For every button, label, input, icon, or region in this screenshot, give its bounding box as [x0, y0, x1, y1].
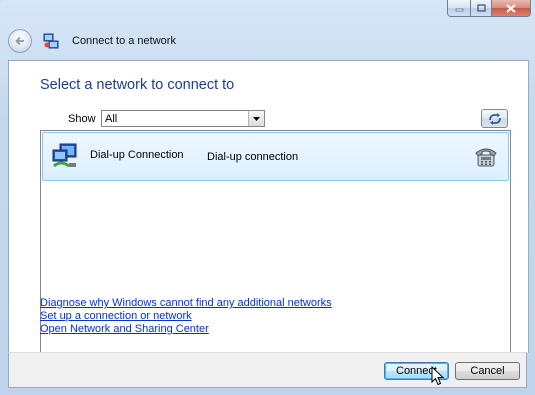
- diagnose-link[interactable]: Diagnose why Windows cannot find any add…: [40, 297, 332, 310]
- show-filter-value: All: [105, 112, 118, 125]
- maximize-button[interactable]: [471, 0, 492, 17]
- network-name: Dial-up Connection: [90, 149, 184, 161]
- window-frame: Connect to a network Select a network to…: [0, 0, 535, 395]
- maximize-icon: [476, 4, 486, 12]
- back-button[interactable]: [8, 29, 32, 53]
- network-list-item[interactable]: Dial-up Connection Dial-up connection: [42, 132, 509, 181]
- nav-row: Connect to a network: [8, 28, 176, 54]
- content-panel: Select a network to connect to Show All: [8, 60, 529, 353]
- back-arrow-icon: [15, 36, 24, 46]
- dialup-network-icon: [52, 143, 77, 168]
- telephone-icon: [475, 148, 497, 167]
- setup-connection-link[interactable]: Set up a connection or network: [40, 310, 332, 323]
- caption-buttons: [447, 0, 531, 18]
- cancel-button[interactable]: Cancel: [455, 362, 520, 380]
- close-button[interactable]: [492, 0, 531, 17]
- dropdown-arrow-icon: [248, 111, 264, 126]
- refresh-button[interactable]: [481, 109, 508, 128]
- show-label: Show: [68, 113, 96, 125]
- network-wizard-icon: [43, 33, 59, 49]
- help-links: Diagnose why Windows cannot find any add…: [40, 297, 332, 336]
- network-type: Dial-up connection: [207, 151, 299, 163]
- close-icon: [506, 3, 516, 13]
- button-bar: Connect Cancel: [8, 352, 527, 388]
- minimize-icon: [455, 8, 463, 12]
- mouse-cursor-icon: [431, 366, 445, 386]
- network-sharing-center-link[interactable]: Open Network and Sharing Center: [40, 323, 332, 336]
- window-title: Connect to a network: [72, 35, 176, 47]
- page-heading: Select a network to connect to: [40, 77, 235, 93]
- show-filter-dropdown[interactable]: All: [101, 110, 265, 127]
- minimize-button[interactable]: [447, 0, 471, 17]
- refresh-icon: [488, 112, 501, 125]
